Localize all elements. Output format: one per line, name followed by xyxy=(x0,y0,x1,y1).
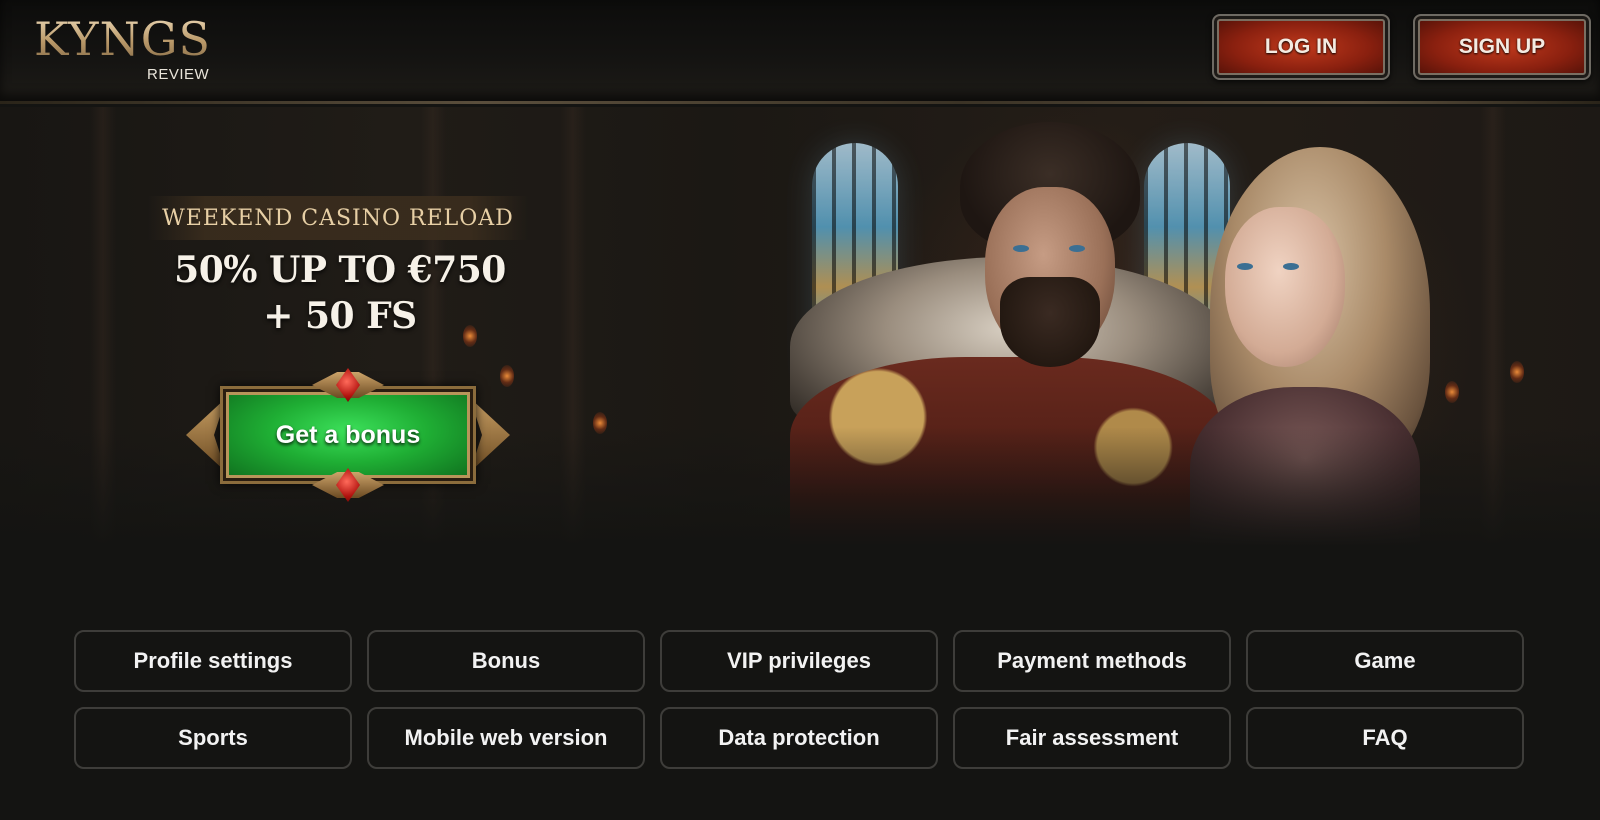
nav-mobile-web-version[interactable]: Mobile web version xyxy=(367,707,645,769)
nav-payment-methods[interactable]: Payment methods xyxy=(953,630,1231,692)
ornament-wing-right xyxy=(470,398,510,472)
nav-data-protection[interactable]: Data protection xyxy=(660,707,938,769)
candle-light xyxy=(593,412,607,434)
eye xyxy=(1283,263,1299,270)
nav-profile-settings[interactable]: Profile settings xyxy=(74,630,352,692)
queen-gown xyxy=(1190,387,1420,547)
logo-subtitle: REVIEW xyxy=(147,66,210,83)
candle-light xyxy=(1445,381,1459,403)
nav-vip-privileges[interactable]: VIP privileges xyxy=(660,630,938,692)
hall-pillar xyxy=(90,107,116,547)
eye xyxy=(1069,245,1085,252)
eye xyxy=(1013,245,1029,252)
review-section-nav: Profile settings Bonus VIP privileges Pa… xyxy=(74,630,1528,769)
hall-pillar xyxy=(560,107,586,547)
nav-faq[interactable]: FAQ xyxy=(1246,707,1524,769)
page: KYNGS REVIEW LOG IN SIGN UP WEEKEND CASI… xyxy=(0,0,1600,820)
nav-game[interactable]: Game xyxy=(1246,630,1524,692)
promo-label: WEEKEND CASINO RELOAD xyxy=(148,196,528,240)
logo-wordmark: KYNGS xyxy=(34,12,212,66)
nav-fair-assessment[interactable]: Fair assessment xyxy=(953,707,1231,769)
login-button[interactable]: LOG IN xyxy=(1212,14,1390,80)
site-header: KYNGS REVIEW LOG IN SIGN UP xyxy=(0,0,1600,104)
promo-offer: 50% UP TO €750 xyxy=(174,249,506,291)
king-robe xyxy=(790,357,1230,547)
nav-sports[interactable]: Sports xyxy=(74,707,352,769)
kyngs-logo[interactable]: KYNGS REVIEW xyxy=(34,12,214,86)
promo-free-spins: + 50 FS xyxy=(263,295,417,337)
signup-button[interactable]: SIGN UP xyxy=(1413,14,1591,80)
bonus-button-frame: Get a bonus xyxy=(186,358,510,512)
king-beard xyxy=(1000,277,1100,367)
queen-face xyxy=(1225,207,1345,367)
eye xyxy=(1237,263,1253,270)
nav-bonus[interactable]: Bonus xyxy=(367,630,645,692)
candle-light xyxy=(1510,361,1524,383)
hall-pillar xyxy=(1480,107,1506,547)
